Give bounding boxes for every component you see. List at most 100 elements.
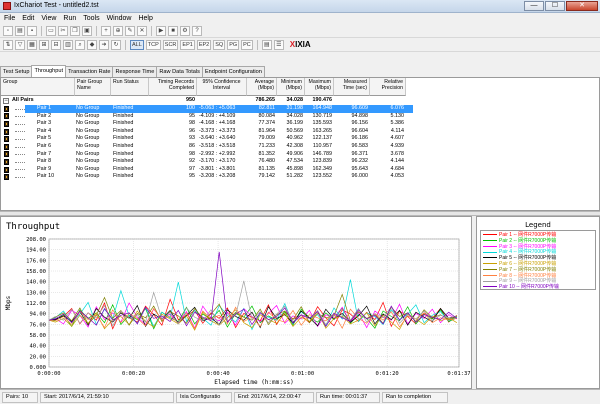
pair-average-cell: 81.352: [258, 150, 276, 157]
pair-name-cell: Pair 3: [37, 120, 52, 127]
copy-icon[interactable]: ❐: [70, 25, 80, 36]
arrow-icon[interactable]: ➜: [99, 39, 109, 50]
report-icon[interactable]: ▤: [261, 39, 272, 50]
col-minimum[interactable]: Minimum (Mbps): [277, 78, 305, 96]
col-pair-group[interactable]: Pair Group Name: [75, 78, 111, 96]
filter-tcp[interactable]: TCP: [145, 39, 161, 50]
main-toolbar: ▫ ▤ ▪ ▭ ✂ ❐ ▣ + ⊕ ✎ ✕ ▶ ■ ⚙ ?: [0, 24, 600, 38]
run-icon[interactable]: ▶: [156, 25, 166, 36]
pair-group-cell: No Group: [76, 158, 100, 165]
col-average[interactable]: Average (Mbps): [247, 78, 277, 96]
legend-pane: Legend Pair 1 -- 网件R7000P传输 Pair 2 -- 网件R…: [476, 216, 600, 389]
refresh-icon[interactable]: ↻: [111, 39, 121, 50]
run-options-icon[interactable]: ⚙: [180, 25, 190, 36]
save-icon[interactable]: ▪: [27, 25, 37, 36]
delete-icon[interactable]: ✕: [137, 25, 147, 36]
tab-endpoint-configuration[interactable]: Endpoint Configuration: [201, 66, 265, 77]
edit-icon[interactable]: ✎: [125, 25, 135, 36]
col-confidence[interactable]: 95% Confidence Interval: [197, 78, 247, 96]
filter-ep1[interactable]: EP1: [180, 39, 195, 50]
pair-time-cell: 96.156: [351, 120, 369, 127]
pair-time-cell: 96.583: [351, 143, 369, 149]
pair-endpoint-icon: [4, 105, 9, 112]
maximize-button[interactable]: ☐: [545, 1, 565, 11]
new-file-icon[interactable]: ▫: [3, 25, 13, 36]
table-row[interactable]: Pair 2 No Group Finished 95 -4.109 : +4.109 8…: [1, 113, 599, 121]
legend-swatch: [483, 251, 497, 253]
col-measured-time[interactable]: Measured Time (sec): [334, 78, 370, 96]
pair-precision-cell: 5.130: [390, 112, 405, 119]
col-precision[interactable]: Relative Precision: [370, 78, 406, 96]
tab-throughput[interactable]: Throughput: [31, 65, 67, 77]
table-row[interactable]: Pair 1 No Group Finished 100 -5.063 : +5.063…: [1, 105, 599, 113]
legend-item[interactable]: Pair 10 -- 网件R7000P传输: [483, 284, 559, 290]
pair-records-cell: 98: [189, 150, 195, 157]
col-records[interactable]: Timing Records Completed: [149, 78, 197, 96]
pair-time-cell: 94.898: [351, 112, 369, 119]
filter-pg[interactable]: PG: [227, 39, 240, 50]
menu-run[interactable]: Run: [63, 15, 76, 22]
col-maximum[interactable]: Maximum (Mbps): [305, 78, 334, 96]
close-button[interactable]: ✕: [566, 1, 598, 11]
table-row[interactable]: Pair 7 No Group Finished 98 -2.992 : +2.992 8…: [1, 151, 599, 159]
collapse-icon[interactable]: ⊟: [51, 39, 61, 50]
menu-tools[interactable]: Tools: [83, 15, 99, 22]
y-tick-label: 140.00: [26, 280, 46, 286]
summary-row[interactable]: − All Pairs 950 786.265 34.028 190.476: [1, 97, 599, 105]
filter-pc[interactable]: PC: [241, 39, 253, 50]
pair-records-cell: 97: [189, 165, 195, 172]
table-row[interactable]: Pair 9 No Group Finished 97 -3.801 : +3.801 8…: [1, 166, 599, 174]
open-folder-icon[interactable]: ▤: [15, 25, 25, 36]
col-group[interactable]: Group: [1, 78, 75, 96]
filter-icon[interactable]: ▽: [15, 39, 25, 50]
filter-ep2[interactable]: EP2: [196, 39, 212, 50]
menu-window[interactable]: Window: [107, 15, 132, 22]
print-icon[interactable]: ▭: [46, 25, 56, 36]
filter-all[interactable]: ALL: [130, 39, 144, 50]
filter-sq[interactable]: SQ: [213, 39, 226, 50]
zoom-icon[interactable]: ⌕: [75, 39, 85, 50]
menu-help[interactable]: Help: [138, 15, 152, 22]
col-run-status[interactable]: Run Status: [111, 78, 149, 96]
results-tabs: Test Setup Throughput Transaction Rate R…: [0, 65, 305, 77]
tab-response-time[interactable]: Response Time: [112, 66, 158, 77]
menu-file[interactable]: File: [4, 15, 15, 22]
chart-icon[interactable]: ▥: [63, 39, 73, 50]
y-tick-label: 112.00: [26, 301, 46, 307]
sort-icon[interactable]: ⇅: [3, 39, 13, 50]
pair-maximum-cell: 164.948: [312, 105, 333, 111]
help-icon[interactable]: ?: [192, 25, 202, 36]
collapse-toggle[interactable]: −: [3, 97, 9, 104]
minimize-button[interactable]: —: [524, 1, 544, 11]
legend-icon[interactable]: ☰: [273, 39, 284, 50]
pair-confidence-cell: -3.208 : +3.208: [199, 173, 236, 180]
filter-scr[interactable]: SCR: [162, 39, 179, 50]
expand-icon[interactable]: ⊞: [39, 39, 49, 50]
table-row[interactable]: Pair 4 No Group Finished 96 -3.373 : +3.373 8…: [1, 128, 599, 136]
menu-view[interactable]: View: [41, 15, 56, 22]
pair-group-cell: No Group: [76, 112, 100, 119]
pair-precision-cell: 5.386: [390, 120, 405, 127]
marker-icon[interactable]: ◆: [87, 39, 97, 50]
results-grid[interactable]: Group Pair Group Name Run Status Timing …: [0, 77, 600, 211]
tab-transaction-rate[interactable]: Transaction Rate: [65, 66, 114, 77]
menu-edit[interactable]: Edit: [22, 15, 34, 22]
table-row[interactable]: Pair 8 No Group Finished 92 -3.170 : +3.170 7…: [1, 158, 599, 166]
tab-raw-data-totals[interactable]: Raw Data Totals: [156, 66, 203, 77]
summary-minimum: 34.028: [286, 97, 304, 103]
table-row[interactable]: Pair 5 No Group Finished 93 -3.640 : +3.640 7…: [1, 135, 599, 143]
stop-icon[interactable]: ■: [168, 25, 178, 36]
view-toolbar: ⇅ ▽ ▦ ⊞ ⊟ ▥ ⌕ ◆ ➜ ↻ ALL TCP SCR EP1 EP2 …: [0, 38, 600, 52]
table-row[interactable]: Pair 3 No Group Finished 98 -4.168 : +4.168 7…: [1, 120, 599, 128]
table-row[interactable]: Pair 10 No Group Finished 95 -3.208 : +3.208…: [1, 173, 599, 181]
pair-maximum-cell: 123.552: [312, 173, 333, 180]
table-row[interactable]: Pair 6 No Group Finished 86 -3.518 : +3.518 7…: [1, 143, 599, 151]
pair-average-cell: 79.142: [258, 173, 276, 180]
tab-test-setup[interactable]: Test Setup: [0, 66, 33, 77]
add-multicast-icon[interactable]: ⊕: [113, 25, 123, 36]
pair-precision-cell: 4.607: [390, 135, 405, 142]
cut-icon[interactable]: ✂: [58, 25, 68, 36]
group-icon[interactable]: ▦: [27, 39, 37, 50]
paste-icon[interactable]: ▣: [82, 25, 92, 36]
add-pair-icon[interactable]: +: [101, 25, 111, 36]
